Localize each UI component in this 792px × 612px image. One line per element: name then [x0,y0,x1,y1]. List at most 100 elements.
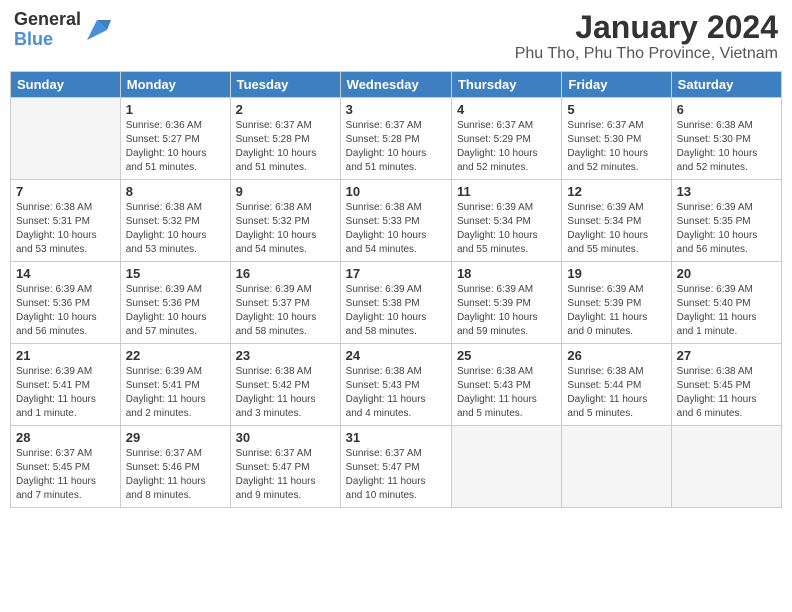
calendar-cell: 29 Sunrise: 6:37 AM Sunset: 5:46 PM Dayli… [120,426,230,508]
calendar-cell: 24 Sunrise: 6:38 AM Sunset: 5:43 PM Dayli… [340,344,451,426]
day-number: 30 [236,430,335,445]
calendar-cell: 22 Sunrise: 6:39 AM Sunset: 5:41 PM Dayli… [120,344,230,426]
day-number: 3 [346,102,446,117]
calendar-cell: 25 Sunrise: 6:38 AM Sunset: 5:43 PM Dayli… [451,344,561,426]
calendar-cell: 11 Sunrise: 6:39 AM Sunset: 5:34 PM Dayli… [451,180,561,262]
day-info: Sunrise: 6:39 AM Sunset: 5:34 PM Dayligh… [567,201,665,257]
day-number: 12 [567,184,665,199]
day-info: Sunrise: 6:37 AM Sunset: 5:45 PM Dayligh… [16,447,115,503]
logo-blue: Blue [14,30,81,50]
day-number: 5 [567,102,665,117]
day-info: Sunrise: 6:38 AM Sunset: 5:44 PM Dayligh… [567,365,665,421]
weekday-header: Friday [562,72,671,98]
calendar-cell: 18Sunrise: 6:39 AM Sunset: 5:39 PM Dayli… [451,262,561,344]
weekday-header: Sunday [11,72,121,98]
day-number: 8 [126,184,225,199]
page-subtitle: Phu Tho, Phu Tho Province, Vietnam [515,45,778,63]
day-info: Sunrise: 6:38 AM Sunset: 5:43 PM Dayligh… [457,365,556,421]
calendar-cell: 7 Sunrise: 6:38 AM Sunset: 5:31 PM Daylig… [11,180,121,262]
weekday-header: Wednesday [340,72,451,98]
calendar-cell: 13 Sunrise: 6:39 AM Sunset: 5:35 PM Dayli… [671,180,781,262]
weekday-header: Thursday [451,72,561,98]
day-info: Sunrise: 6:39 AM Sunset: 5:35 PM Dayligh… [677,201,776,257]
title-block: January 2024 Phu Tho, Phu Tho Province, … [515,10,778,63]
calendar-cell: 26Sunrise: 6:38 AM Sunset: 5:44 PM Dayli… [562,344,671,426]
calendar-cell: 2 Sunrise: 6:37 AM Sunset: 5:28 PM Daylig… [230,98,340,180]
day-info: Sunrise: 6:39 AM Sunset: 5:41 PM Dayligh… [16,365,115,421]
calendar-cell [562,426,671,508]
calendar-cell: 14Sunrise: 6:39 AM Sunset: 5:36 PM Dayli… [11,262,121,344]
calendar-week-row: 28 Sunrise: 6:37 AM Sunset: 5:45 PM Dayli… [11,426,782,508]
day-info: Sunrise: 6:38 AM Sunset: 5:30 PM Dayligh… [677,119,776,175]
day-number: 28 [16,430,115,445]
day-info: Sunrise: 6:39 AM Sunset: 5:37 PM Dayligh… [236,283,335,339]
day-info: Sunrise: 6:39 AM Sunset: 5:40 PM Dayligh… [677,283,776,339]
calendar-week-row: 7 Sunrise: 6:38 AM Sunset: 5:31 PM Daylig… [11,180,782,262]
day-info: Sunrise: 6:38 AM Sunset: 5:42 PM Dayligh… [236,365,335,421]
calendar-cell: 30 Sunrise: 6:37 AM Sunset: 5:47 PM Dayli… [230,426,340,508]
day-info: Sunrise: 6:37 AM Sunset: 5:28 PM Dayligh… [346,119,446,175]
day-info: Sunrise: 6:39 AM Sunset: 5:36 PM Dayligh… [126,283,225,339]
calendar-table: SundayMondayTuesdayWednesdayThursdayFrid… [10,71,782,508]
calendar-cell [11,98,121,180]
day-number: 23 [236,348,335,363]
logo-icon [83,16,111,44]
calendar-cell: 8Sunrise: 6:38 AM Sunset: 5:32 PM Daylig… [120,180,230,262]
calendar-cell: 27Sunrise: 6:38 AM Sunset: 5:45 PM Dayli… [671,344,781,426]
calendar-cell: 23 Sunrise: 6:38 AM Sunset: 5:42 PM Dayli… [230,344,340,426]
day-number: 15 [126,266,225,281]
day-info: Sunrise: 6:39 AM Sunset: 5:41 PM Dayligh… [126,365,225,421]
calendar-cell: 31 Sunrise: 6:37 AM Sunset: 5:47 PM Dayli… [340,426,451,508]
logo: General Blue [14,10,111,50]
weekday-header: Tuesday [230,72,340,98]
day-number: 22 [126,348,225,363]
day-info: Sunrise: 6:37 AM Sunset: 5:47 PM Dayligh… [346,447,446,503]
day-info: Sunrise: 6:39 AM Sunset: 5:38 PM Dayligh… [346,283,446,339]
calendar-cell: 6 Sunrise: 6:38 AM Sunset: 5:30 PM Daylig… [671,98,781,180]
logo-general: General [14,10,81,30]
calendar-cell: 20 Sunrise: 6:39 AM Sunset: 5:40 PM Dayli… [671,262,781,344]
day-number: 14 [16,266,115,281]
calendar-cell: 9Sunrise: 6:38 AM Sunset: 5:32 PM Daylig… [230,180,340,262]
calendar-cell: 1Sunrise: 6:36 AM Sunset: 5:27 PM Daylig… [120,98,230,180]
day-number: 6 [677,102,776,117]
calendar-cell: 21 Sunrise: 6:39 AM Sunset: 5:41 PM Dayli… [11,344,121,426]
weekday-header: Saturday [671,72,781,98]
calendar-cell: 16 Sunrise: 6:39 AM Sunset: 5:37 PM Dayli… [230,262,340,344]
calendar-week-row: 1Sunrise: 6:36 AM Sunset: 5:27 PM Daylig… [11,98,782,180]
calendar-cell: 19Sunrise: 6:39 AM Sunset: 5:39 PM Dayli… [562,262,671,344]
day-number: 11 [457,184,556,199]
day-number: 17 [346,266,446,281]
day-number: 27 [677,348,776,363]
day-info: Sunrise: 6:37 AM Sunset: 5:47 PM Dayligh… [236,447,335,503]
calendar-cell: 15 Sunrise: 6:39 AM Sunset: 5:36 PM Dayli… [120,262,230,344]
calendar-cell: 12 Sunrise: 6:39 AM Sunset: 5:34 PM Dayli… [562,180,671,262]
calendar-cell: 28 Sunrise: 6:37 AM Sunset: 5:45 PM Dayli… [11,426,121,508]
day-number: 13 [677,184,776,199]
calendar-cell: 10 Sunrise: 6:38 AM Sunset: 5:33 PM Dayli… [340,180,451,262]
day-info: Sunrise: 6:37 AM Sunset: 5:28 PM Dayligh… [236,119,335,175]
day-info: Sunrise: 6:38 AM Sunset: 5:43 PM Dayligh… [346,365,446,421]
day-info: Sunrise: 6:37 AM Sunset: 5:30 PM Dayligh… [567,119,665,175]
day-number: 16 [236,266,335,281]
day-info: Sunrise: 6:38 AM Sunset: 5:32 PM Dayligh… [236,201,335,257]
page-header: General Blue January 2024 Phu Tho, Phu T… [10,10,782,63]
day-info: Sunrise: 6:38 AM Sunset: 5:33 PM Dayligh… [346,201,446,257]
day-number: 20 [677,266,776,281]
day-number: 24 [346,348,446,363]
day-info: Sunrise: 6:39 AM Sunset: 5:34 PM Dayligh… [457,201,556,257]
day-info: Sunrise: 6:37 AM Sunset: 5:29 PM Dayligh… [457,119,556,175]
calendar-week-row: 14 Sunrise: 6:39 AM Sunset: 5:36 PM Dayli… [11,262,782,344]
day-number: 10 [346,184,446,199]
day-number: 25 [457,348,556,363]
day-number: 4 [457,102,556,117]
day-number: 2 [236,102,335,117]
day-number: 29 [126,430,225,445]
day-number: 21 [16,348,115,363]
weekday-header-row: SundayMondayTuesdayWednesdayThursdayFrid… [11,72,782,98]
day-number: 7 [16,184,115,199]
day-number: 31 [346,430,446,445]
day-info: Sunrise: 6:39 AM Sunset: 5:39 PM Dayligh… [567,283,665,339]
day-info: Sunrise: 6:38 AM Sunset: 5:31 PM Dayligh… [16,201,115,257]
day-info: Sunrise: 6:37 AM Sunset: 5:46 PM Dayligh… [126,447,225,503]
